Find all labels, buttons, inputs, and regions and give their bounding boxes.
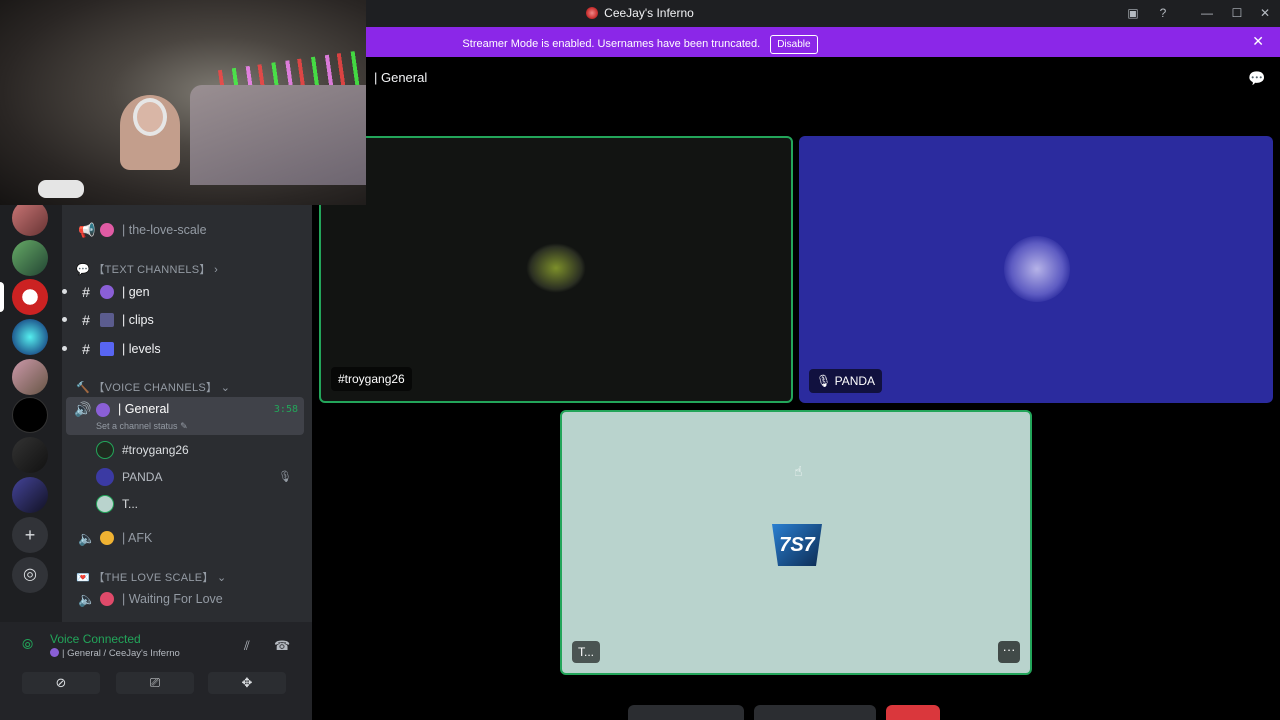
channel-gen[interactable]: # | gen xyxy=(62,279,306,305)
more-options-icon[interactable]: ··· xyxy=(998,641,1020,663)
hash-icon: # xyxy=(82,312,90,328)
disconnect-icon[interactable]: ☎ xyxy=(274,638,290,654)
channel-clips[interactable]: # | clips xyxy=(62,307,306,333)
hash-icon: # xyxy=(82,284,90,300)
tile-name-tag: T... xyxy=(572,641,601,663)
server-icon[interactable] xyxy=(12,477,48,513)
channel-waiting-for-love[interactable]: 🔈 | Waiting For Love xyxy=(70,586,306,612)
voice-connected-title: Voice Connected xyxy=(50,632,141,646)
panda-avatar-icon xyxy=(1004,236,1070,302)
mic-muted-icon: 🎙 xyxy=(816,374,832,388)
heart-icon xyxy=(100,223,114,237)
unread-dot xyxy=(62,346,67,351)
speaker-icon: 🔊 xyxy=(74,401,92,417)
selected-server-pill xyxy=(0,282,4,312)
avatar xyxy=(96,468,114,486)
bed xyxy=(190,85,366,185)
chair xyxy=(38,180,84,198)
server-logo-icon xyxy=(586,7,599,19)
mic-muted-icon: 🎙 xyxy=(278,471,292,483)
video-tile-troygang26[interactable]: #troygang26 xyxy=(319,136,793,403)
category-text-channels[interactable]: 💬 【TEXT CHANNELS】 › xyxy=(76,261,218,277)
call-control-video[interactable] xyxy=(754,705,876,720)
minimize-icon[interactable]: — xyxy=(1197,4,1217,22)
active-voice-channel[interactable]: 🔊 | General 3:58 Set a channel status ✎ xyxy=(66,397,304,435)
announcement-icon: 📢 xyxy=(78,222,96,238)
noise-suppression-icon[interactable]: ⫽ xyxy=(244,638,250,654)
category-the-love-scale[interactable]: 💌 【THE LOVE SCALE】 ⌄ xyxy=(76,569,227,585)
streamer-head xyxy=(133,98,167,136)
server-icon[interactable] xyxy=(12,240,48,276)
webcam-overlay xyxy=(0,0,366,205)
maximize-icon[interactable]: ☐ xyxy=(1227,4,1247,22)
emoji-icon xyxy=(96,403,110,417)
cursor-hand-icon: ☝ xyxy=(794,463,803,479)
banner-close-icon[interactable]: ✕ xyxy=(1252,33,1264,50)
tile-name-tag: 🎙 PANDA xyxy=(809,369,883,393)
stage-channel-title: | General xyxy=(374,70,428,85)
channel-levels[interactable]: # | levels xyxy=(62,336,306,362)
help-icon[interactable]: ? xyxy=(1153,4,1173,22)
unread-dot xyxy=(62,317,67,322)
discover-icon[interactable]: ◎ xyxy=(12,557,48,593)
disable-button[interactable]: Disable xyxy=(770,35,818,54)
emoji-icon xyxy=(50,648,59,657)
close-icon[interactable]: ✕ xyxy=(1255,4,1275,22)
camera-off-button[interactable]: ⊘ xyxy=(22,672,100,694)
video-tile-panda[interactable]: 🎙 PANDA xyxy=(799,136,1273,403)
activities-button[interactable]: ✥ xyxy=(208,672,286,694)
category-voice-channels[interactable]: 🔨 【VOICE CHANNELS】 ⌄ xyxy=(76,379,230,395)
signal-icon[interactable]: ⦾ xyxy=(22,636,33,653)
emoji-icon xyxy=(100,285,114,299)
emoji-icon xyxy=(100,531,114,545)
window-title-text: CeeJay's Inferno xyxy=(604,6,694,20)
server-icon-ceejays-inferno[interactable] xyxy=(12,279,48,315)
banner-message: Streamer Mode is enabled. Usernames have… xyxy=(462,38,761,50)
video-tile-t[interactable]: 7S7 T... ··· xyxy=(560,410,1032,675)
call-control-voice[interactable] xyxy=(628,705,744,720)
voice-timer: 3:58 xyxy=(273,404,298,415)
leave-call-button[interactable] xyxy=(886,705,940,720)
server-icon[interactable] xyxy=(12,319,48,355)
voice-status-panel: ⦾ Voice Connected | General / CeeJay's I… xyxy=(0,622,312,720)
avatar xyxy=(96,495,114,513)
unread-dot xyxy=(62,289,67,294)
avatar xyxy=(96,441,114,459)
server-icon[interactable] xyxy=(12,359,48,395)
hash-icon: # xyxy=(82,341,90,357)
screen-share-button[interactable]: ⎚ xyxy=(116,672,194,694)
server-icon[interactable] xyxy=(12,200,48,236)
voice-connected-subtitle: | General / CeeJay's Inferno xyxy=(50,648,180,659)
atv-avatar-icon xyxy=(526,243,586,293)
heart-icon xyxy=(100,592,114,606)
channel-afk[interactable]: 🔈 | AFK xyxy=(70,525,306,551)
film-icon xyxy=(100,313,114,327)
server-icon[interactable] xyxy=(12,437,48,473)
level-up-icon xyxy=(100,342,114,356)
7s7-logo-icon: 7S7 xyxy=(772,524,822,566)
voice-channel-name: | General xyxy=(118,402,170,416)
channel-the-love-scale[interactable]: 📢 | the-love-scale xyxy=(70,217,306,243)
add-server-icon[interactable]: + xyxy=(12,517,48,553)
server-icon[interactable] xyxy=(12,397,48,433)
speaker-lock-icon: 🔈 xyxy=(78,591,96,607)
tile-name-tag: #troygang26 xyxy=(331,367,412,391)
inbox-icon[interactable]: ▣ xyxy=(1123,4,1143,22)
chat-icon[interactable]: 💬 xyxy=(1248,70,1265,87)
speaker-icon: 🔈 xyxy=(78,530,96,546)
channel-status-link[interactable]: Set a channel status ✎ xyxy=(96,421,188,432)
